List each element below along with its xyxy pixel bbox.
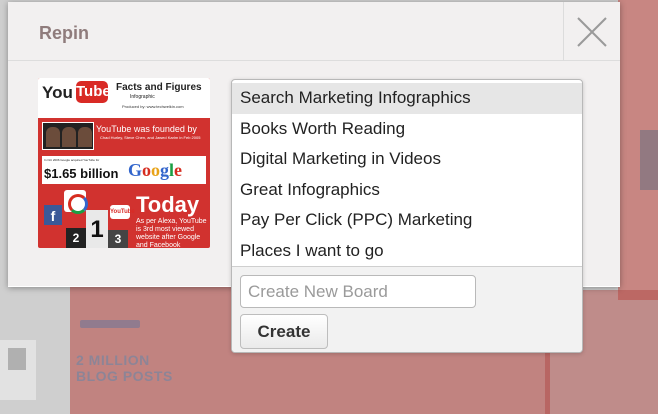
board-item-great-infographics[interactable]: Great Infographics [232, 175, 582, 206]
pin-thumbnail: You Tube Facts and Figures Infographic P… [38, 78, 210, 248]
board-item-books-worth-reading[interactable]: Books Worth Reading [232, 114, 582, 145]
background-document-icon [0, 340, 36, 400]
pin-subheading: Infographic [130, 94, 155, 100]
podium-third: 3 [108, 230, 128, 248]
facebook-icon: f [44, 205, 62, 225]
pin-today: Today [136, 192, 200, 217]
youtube-logo-badge: Tube [76, 81, 111, 103]
acquisition-panel: In Oct 2006 Google acquired YouTube for … [42, 156, 206, 184]
google-logo-letter: o [142, 160, 152, 180]
board-list: Search Marketing Infographics Books Wort… [232, 80, 582, 267]
google-logo-letter: e [174, 160, 183, 180]
google-logo-letter: g [160, 160, 170, 180]
founders-photo [42, 122, 94, 150]
board-item-pay-per-click-marketing[interactable]: Pay Per Click (PPC) Marketing [232, 205, 582, 236]
pin-founders: Chad Hurley, Steve Chen, and Jawed Karim… [100, 135, 201, 140]
pin-alexa-note: As per Alexa, YouTube is 3rd most viewed… [136, 218, 207, 248]
new-board-input[interactable] [240, 275, 476, 308]
board-item-search-marketing-infographics[interactable]: Search Marketing Infographics [232, 83, 582, 114]
podium-first: 1 [86, 210, 108, 248]
background-decoration [80, 320, 140, 328]
create-board-button[interactable]: Create [240, 314, 328, 349]
pin-produced-by: Produced by: www.techwelkin.com [122, 104, 184, 109]
google-icon [64, 190, 88, 214]
youtube-logo-text: You [42, 83, 73, 102]
pin-founded: YouTube was founded by [96, 124, 197, 134]
acquisition-note: In Oct 2006 Google acquired YouTube for [44, 158, 100, 162]
board-item-places-i-want-to-go[interactable]: Places I want to go [232, 236, 582, 267]
google-logo-letter: o [151, 160, 161, 180]
background-stat-text: 2 MILLION BLOG POSTS [76, 352, 173, 384]
modal-header: Repin [8, 2, 620, 61]
board-item-digital-marketing-in-videos[interactable]: Digital Marketing in Videos [232, 144, 582, 175]
close-button[interactable] [563, 2, 620, 61]
close-icon [577, 16, 607, 47]
background-stat-line: BLOG POSTS [76, 368, 173, 384]
google-logo: Google [128, 160, 182, 181]
acquisition-price: $1.65 billion [44, 166, 119, 181]
modal-title: Repin [39, 23, 90, 43]
youtube-icon: YouTube [110, 205, 135, 219]
background-tile [640, 130, 658, 190]
podium-second: 2 [66, 228, 86, 248]
google-logo-letter: G [128, 160, 143, 180]
create-board-footer: Create [232, 267, 582, 352]
pin-heading: Facts and Figures [116, 82, 202, 93]
board-picker: Search Marketing Infographics Books Wort… [231, 79, 583, 353]
background-stat-line: 2 MILLION [76, 352, 150, 368]
